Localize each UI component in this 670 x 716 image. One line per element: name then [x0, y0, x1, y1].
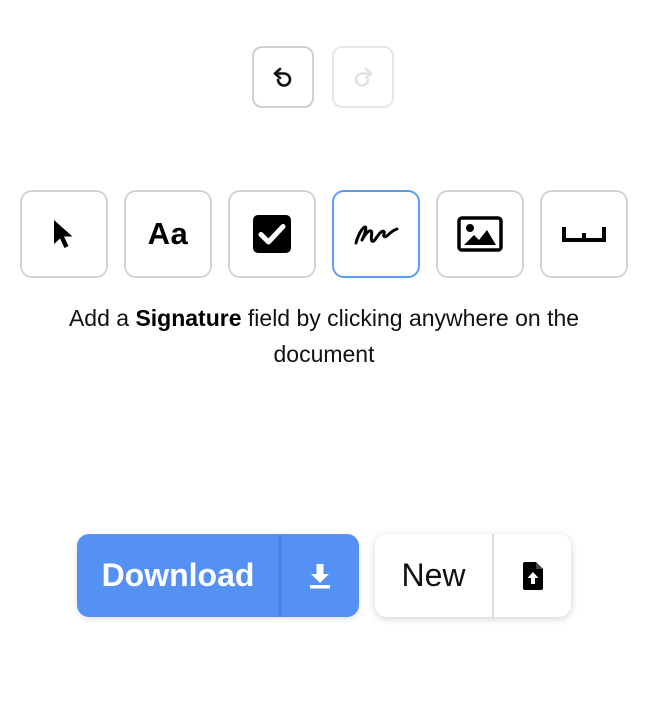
download-icon-button[interactable] — [281, 534, 359, 617]
download-button-group: Download — [77, 534, 359, 617]
download-icon — [310, 563, 330, 588]
undo-button[interactable] — [252, 46, 314, 108]
signature-icon — [354, 225, 399, 245]
redo-icon — [354, 67, 373, 87]
new-button-group: New — [375, 534, 571, 617]
instruction-field-name: Signature — [135, 305, 242, 331]
tool-space[interactable] — [540, 190, 628, 278]
undo-icon — [273, 67, 292, 87]
new-button[interactable]: New — [375, 534, 492, 617]
download-button[interactable]: Download — [77, 534, 279, 617]
tool-image[interactable] — [436, 190, 524, 278]
space-icon — [562, 227, 606, 242]
instruction-suffix: field by clicking anywhere on the docume… — [247, 305, 580, 367]
checkbox-icon — [253, 215, 291, 253]
new-file-icon-button[interactable] — [494, 534, 571, 617]
text-icon: Aa — [147, 216, 189, 251]
cursor-icon — [54, 220, 73, 248]
tool-select[interactable] — [20, 190, 108, 278]
image-icon — [457, 216, 503, 252]
tool-signature[interactable] — [332, 190, 420, 278]
instruction-text: Add a Signature field by clicking anywhe… — [60, 300, 588, 372]
redo-button[interactable] — [332, 46, 394, 108]
instruction-prefix: Add a — [68, 305, 130, 331]
file-upload-icon — [522, 561, 543, 590]
tool-text[interactable]: Aa — [124, 190, 212, 278]
tool-checkbox[interactable] — [228, 190, 316, 278]
